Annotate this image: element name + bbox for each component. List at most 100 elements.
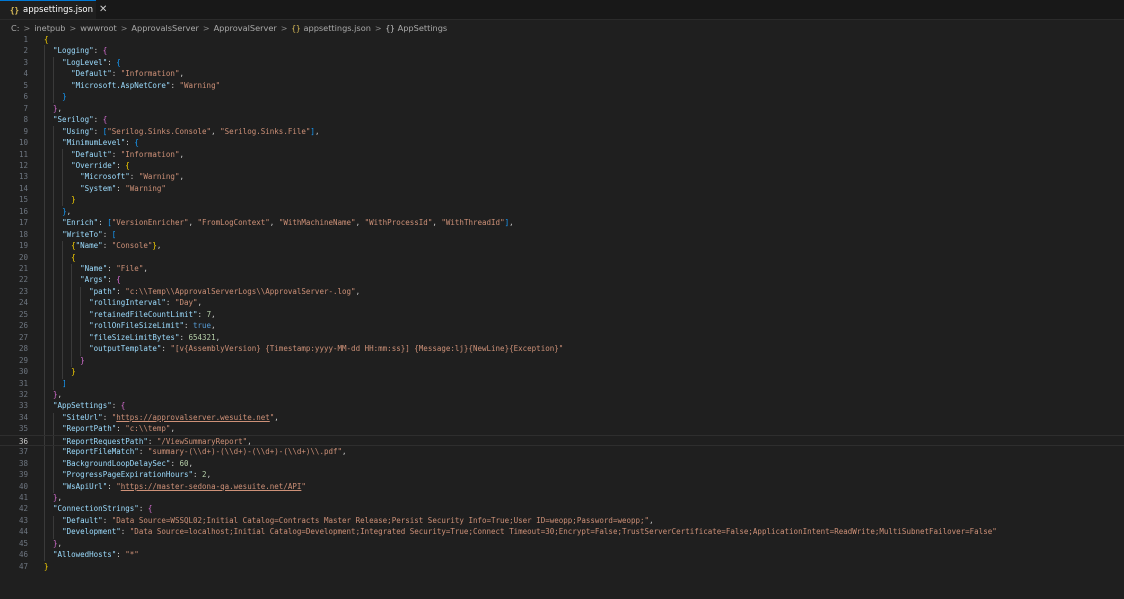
- code-line[interactable]: 1{: [0, 34, 1124, 45]
- code-text: }: [44, 561, 49, 571]
- code-text: },: [53, 538, 63, 548]
- code-line[interactable]: 46 "AllowedHosts": "*": [0, 549, 1124, 560]
- code-line[interactable]: 15 }: [0, 194, 1124, 205]
- breadcrumb: C: > inetpub > wwwroot > ApprovalsServer…: [11, 21, 447, 35]
- code-line[interactable]: 40 "WsApiUrl": "https://master-sedona-qa…: [0, 481, 1124, 492]
- code-line[interactable]: 25 "retainedFileCountLimit": 7,: [0, 309, 1124, 320]
- code-line[interactable]: 32 },: [0, 389, 1124, 400]
- code-text: "ProgressPageExpirationHours": 2,: [62, 470, 212, 480]
- line-number: 21: [18, 264, 28, 273]
- code-line[interactable]: 45 },: [0, 538, 1124, 549]
- code-line[interactable]: 43 "Default": "Data Source=WSSQL02;Initi…: [0, 515, 1124, 526]
- breadcrumb-item-approvalserver[interactable]: ApprovalServer: [214, 23, 277, 33]
- code-line[interactable]: 11 "Default": "Information",: [0, 149, 1124, 160]
- breadcrumb-item-approvalsserver[interactable]: ApprovalsServer: [131, 23, 198, 33]
- code-text: "BackgroundLoopDelaySec": 60,: [62, 458, 194, 468]
- code-line[interactable]: 17 "Enrich": ["VersionEnricher", "FromLo…: [0, 217, 1124, 228]
- line-number: 27: [18, 332, 28, 342]
- line-number: 11: [18, 149, 28, 159]
- code-line[interactable]: 5 "Microsoft.AspNetCore": "Warning": [0, 80, 1124, 91]
- line-number: 13: [18, 172, 28, 182]
- breadcrumb-item-wwwroot[interactable]: wwwroot: [80, 23, 117, 33]
- code-line[interactable]: 47}: [0, 561, 1124, 572]
- line-number: 18: [18, 229, 28, 239]
- line-number: 47: [18, 561, 28, 571]
- breadcrumb-item-inetpub[interactable]: inetpub: [34, 23, 65, 33]
- code-line[interactable]: 19 {"Name": "Console"},: [0, 240, 1124, 251]
- code-line[interactable]: 37 "ReportFileMatch": "summary-(\\d+)-(\…: [0, 446, 1124, 457]
- code-line[interactable]: 39 "ProgressPageExpirationHours": 2,: [0, 469, 1124, 480]
- code-text: }: [71, 367, 76, 377]
- line-number: 1: [23, 35, 28, 44]
- code-line[interactable]: 7 },: [0, 103, 1124, 114]
- line-number: 33: [18, 401, 28, 411]
- line-number: 4: [23, 69, 28, 79]
- code-line[interactable]: 27 "fileSizeLimitBytes": 654321,: [0, 332, 1124, 343]
- code-text: }: [62, 92, 67, 102]
- code-line[interactable]: 6 }: [0, 91, 1124, 102]
- breadcrumb-item-symbol[interactable]: AppSettings: [398, 23, 448, 33]
- code-text: "rollingInterval": "Day",: [89, 298, 203, 308]
- code-line[interactable]: 42 "ConnectionStrings": {: [0, 503, 1124, 514]
- code-editor[interactable]: 1{2 "Logging": {3 "LogLevel": {4 "Defaul…: [0, 34, 1124, 599]
- code-line[interactable]: 41 },: [0, 492, 1124, 503]
- code-text: "outputTemplate": "[v{AssemblyVersion} {…: [89, 344, 564, 354]
- code-line[interactable]: 9 "Using": ["Serilog.Sinks.Console", "Se…: [0, 126, 1124, 137]
- code-line[interactable]: 22 "Args": {: [0, 274, 1124, 285]
- line-number: 28: [18, 344, 28, 354]
- code-line[interactable]: 13 "Microsoft": "Warning",: [0, 171, 1124, 182]
- code-line[interactable]: 38 "BackgroundLoopDelaySec": 60,: [0, 458, 1124, 469]
- line-number: 44: [18, 527, 28, 537]
- code-line[interactable]: 20 {: [0, 252, 1124, 263]
- code-line[interactable]: 44 "Development": "Data Source=localhost…: [0, 526, 1124, 537]
- line-number: 46: [18, 550, 28, 560]
- code-line[interactable]: 16 },: [0, 206, 1124, 217]
- code-line[interactable]: 28 "outputTemplate": "[v{AssemblyVersion…: [0, 343, 1124, 354]
- code-text: "SiteUrl": "https://approvalserver.wesui…: [62, 412, 279, 422]
- code-line[interactable]: 31 ]: [0, 378, 1124, 389]
- line-number: 15: [18, 195, 28, 205]
- tab-bar: {} appsettings.json ✕: [0, 0, 1124, 20]
- json-file-icon: {}: [291, 23, 301, 33]
- code-text: },: [53, 493, 63, 502]
- tab-appsettings-json[interactable]: {} appsettings.json ✕: [0, 0, 107, 19]
- code-text: "rollOnFileSizeLimit": true,: [89, 321, 216, 331]
- code-line[interactable]: 10 "MinimumLevel": {: [0, 137, 1124, 148]
- code-text: "Default": "Data Source=WSSQL02;Initial …: [62, 515, 654, 525]
- chevron-right-icon: >: [69, 23, 77, 33]
- breadcrumb-item-file[interactable]: appsettings.json: [303, 23, 370, 33]
- code-line[interactable]: 24 "rollingInterval": "Day",: [0, 297, 1124, 308]
- code-line[interactable]: 35 "ReportPath": "c:\\temp",: [0, 423, 1124, 434]
- tab-title: appsettings.json: [23, 5, 94, 15]
- close-icon[interactable]: ✕: [99, 5, 107, 15]
- line-number: 25: [18, 309, 28, 319]
- code-line[interactable]: 14 "System": "Warning": [0, 183, 1124, 194]
- line-number: 24: [18, 298, 28, 308]
- code-line[interactable]: 21 "Name": "File",: [0, 263, 1124, 274]
- code-line[interactable]: 29 }: [0, 355, 1124, 366]
- code-text: {: [71, 252, 76, 262]
- code-line[interactable]: 3 "LogLevel": {: [0, 57, 1124, 68]
- code-line[interactable]: 36 "ReportRequestPath": "/ViewSummaryRep…: [0, 434, 1124, 447]
- code-text: "Logging": {: [53, 46, 108, 56]
- line-number: 17: [18, 218, 28, 228]
- line-number: 39: [18, 470, 28, 480]
- code-text: "Development": "Data Source=localhost;In…: [62, 527, 997, 537]
- line-number: 42: [18, 504, 28, 514]
- code-text: "Default": "Information",: [71, 69, 184, 79]
- line-number: 22: [18, 275, 28, 285]
- code-text: "Microsoft": "Warning",: [80, 172, 184, 182]
- code-line[interactable]: 26 "rollOnFileSizeLimit": true,: [0, 320, 1124, 331]
- code-line[interactable]: 18 "WriteTo": [: [0, 229, 1124, 240]
- code-line[interactable]: 33 "AppSettings": {: [0, 400, 1124, 411]
- code-line[interactable]: 4 "Default": "Information",: [0, 68, 1124, 79]
- code-line[interactable]: 12 "Override": {: [0, 160, 1124, 171]
- breadcrumb-item-drive[interactable]: C:: [11, 23, 19, 33]
- code-line[interactable]: 2 "Logging": {: [0, 45, 1124, 56]
- line-number: 32: [18, 389, 28, 399]
- code-line[interactable]: 8 "Serilog": {: [0, 114, 1124, 125]
- code-line[interactable]: 23 "path": "c:\\Temp\\ApprovalServerLogs…: [0, 286, 1124, 297]
- code-line[interactable]: 30 }: [0, 366, 1124, 377]
- code-line[interactable]: 34 "SiteUrl": "https://approvalserver.we…: [0, 412, 1124, 423]
- code-text: "path": "c:\\Temp\\ApprovalServerLogs\\A…: [89, 286, 361, 296]
